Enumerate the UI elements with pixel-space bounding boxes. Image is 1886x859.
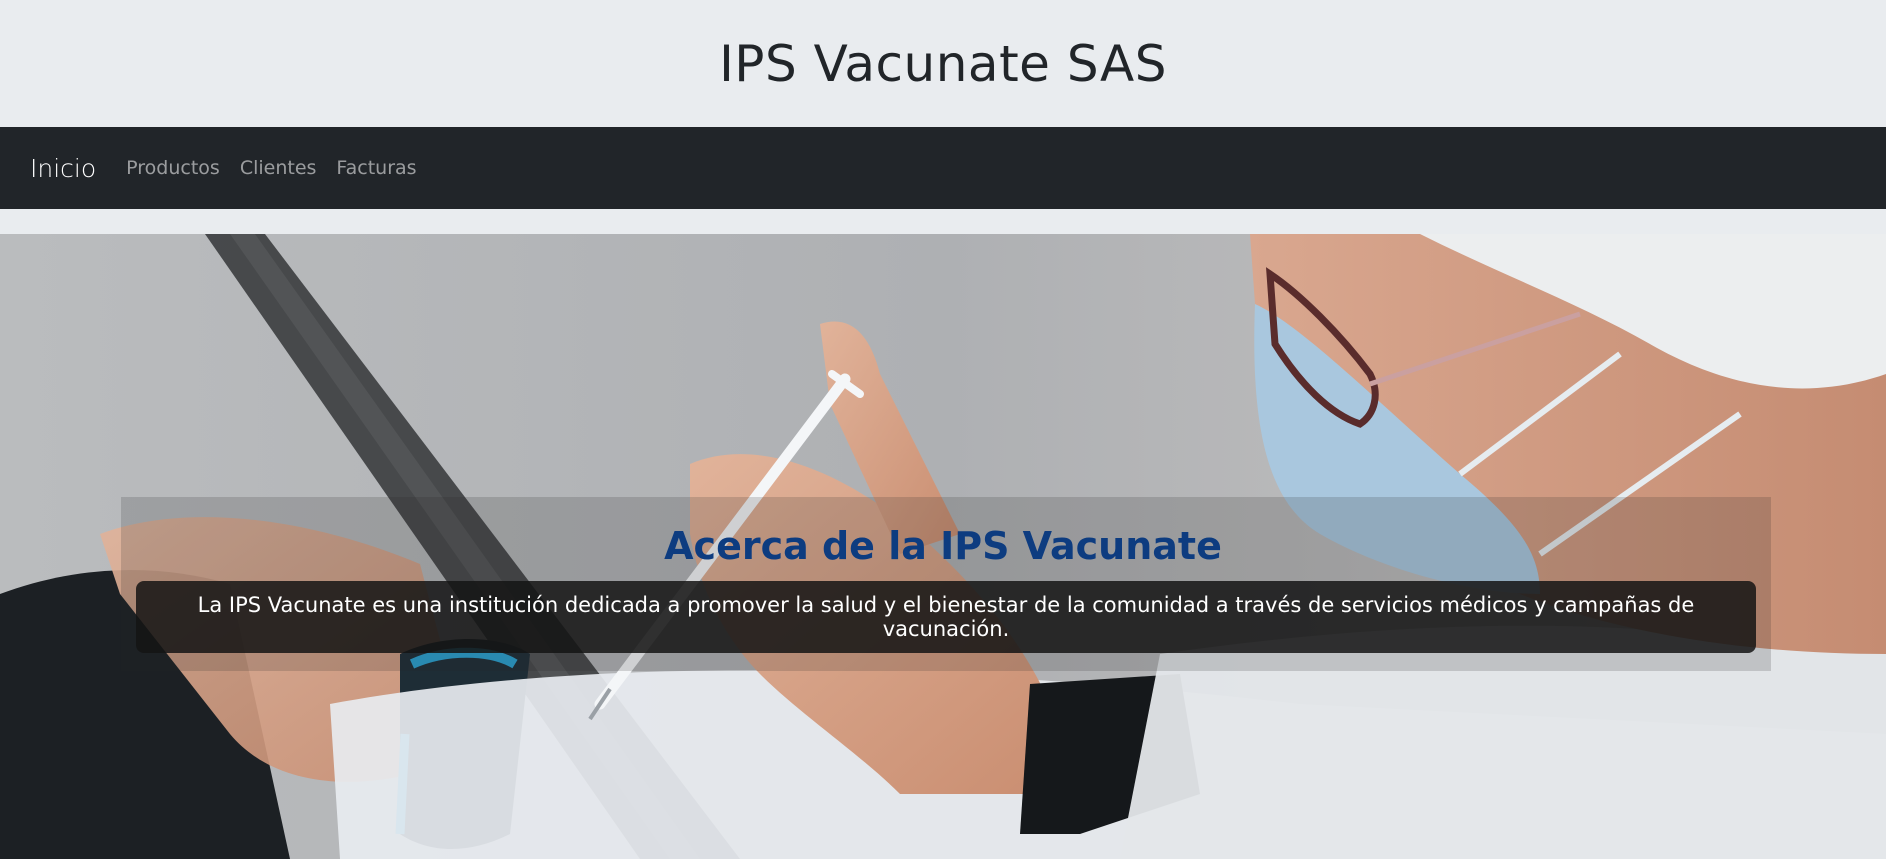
- nav-link-productos[interactable]: Productos: [126, 157, 220, 179]
- site-header: IPS Vacunate SAS: [0, 0, 1886, 127]
- spacer: [0, 209, 1886, 234]
- hero-description: La IPS Vacunate es una institución dedic…: [197, 593, 1695, 641]
- hero-heading: Acerca de la IPS Vacunate: [664, 524, 1222, 568]
- hero-text-box: La IPS Vacunate es una institución dedic…: [136, 581, 1756, 653]
- nav-link-inicio[interactable]: Inicio: [30, 154, 96, 183]
- nav-link-facturas[interactable]: Facturas: [336, 157, 416, 179]
- nav-link-clientes[interactable]: Clientes: [240, 157, 317, 179]
- hero-section: Acerca de la IPS Vacunate La IPS Vacunat…: [0, 234, 1886, 859]
- navbar: Inicio Productos Clientes Facturas: [0, 127, 1886, 209]
- site-title: IPS Vacunate SAS: [719, 34, 1167, 93]
